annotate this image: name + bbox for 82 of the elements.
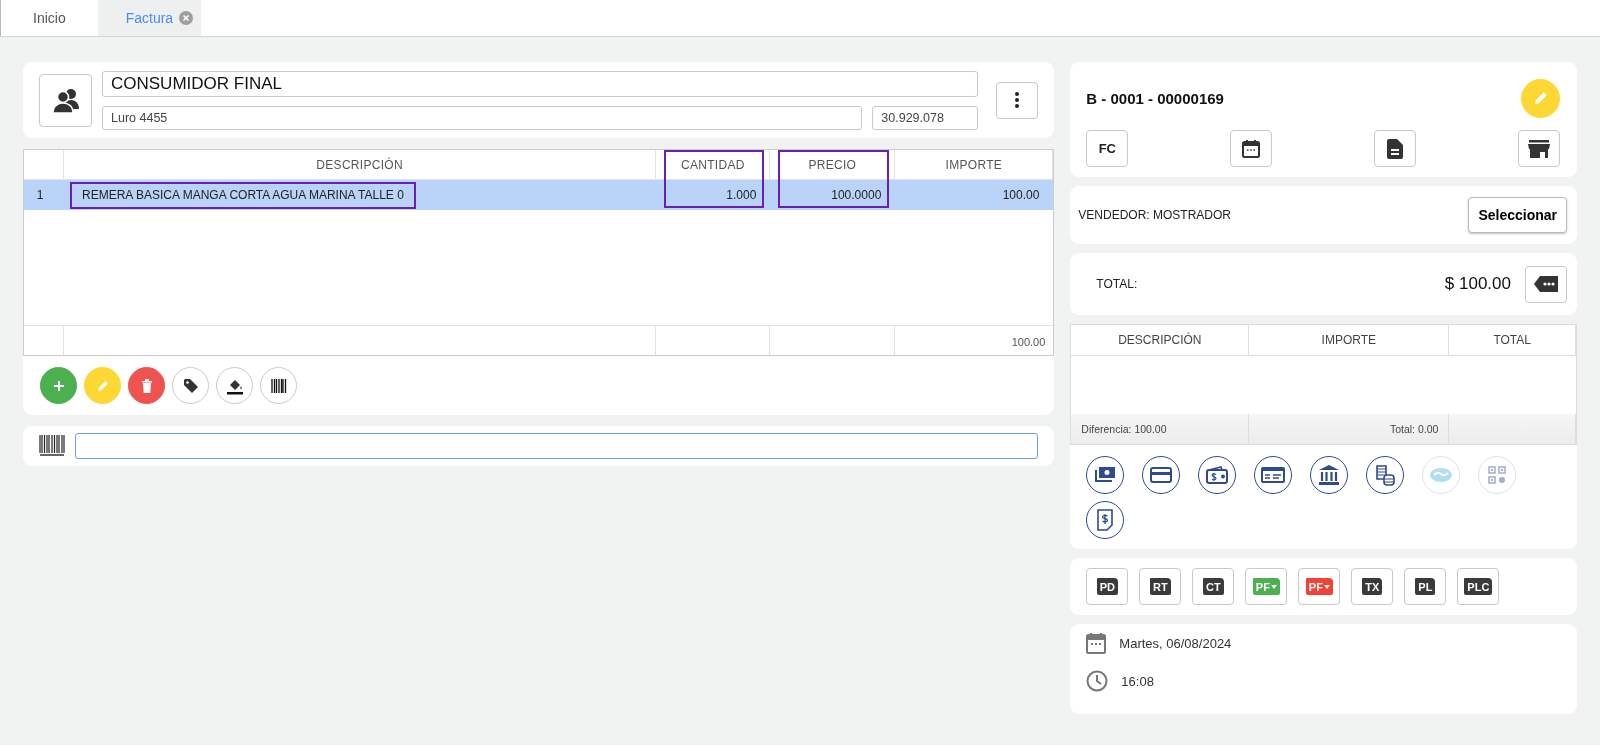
- bank-icon: [1318, 465, 1341, 485]
- document-type-button[interactable]: PF: [1298, 568, 1341, 605]
- column-header: DESCRIPCIÓN: [1071, 325, 1250, 356]
- customer-button[interactable]: [39, 73, 92, 127]
- caret-icon: [1323, 585, 1330, 589]
- store-icon: [1528, 139, 1550, 158]
- banknote-icon: [1094, 466, 1117, 484]
- table-footer-cell-text: 100.00: [1010, 335, 1047, 350]
- address-field[interactable]: Luro 4455: [102, 105, 863, 130]
- document-type-button[interactable]: PL: [1404, 568, 1447, 605]
- highlight-outline: REMERA BASICA MANGA CORTA AGUA MARINA TALLE 0: [70, 182, 416, 209]
- fill-button[interactable]: [216, 367, 253, 404]
- more-button[interactable]: [996, 81, 1039, 119]
- caret-icon: [1270, 585, 1277, 589]
- payment-method-button[interactable]: [1198, 456, 1237, 494]
- row-number: 1: [24, 180, 64, 210]
- customer-name-field[interactable]: CONSUMIDOR FINAL: [102, 70, 979, 97]
- document-type-button[interactable]: PLC: [1457, 568, 1500, 605]
- calendar-icon: [1241, 138, 1262, 159]
- coins-icon: [1375, 464, 1396, 486]
- cheque-icon: [1261, 467, 1286, 483]
- close-icon[interactable]: [179, 11, 194, 25]
- total-label: TOTAL:: [1096, 277, 1139, 291]
- payment-method-button[interactable]: [1086, 456, 1125, 494]
- plus-icon: [52, 379, 65, 392]
- payment-method-button[interactable]: [1366, 456, 1405, 494]
- payment-method-button[interactable]: [1254, 456, 1293, 494]
- folder-label: PLC: [1464, 578, 1493, 595]
- barcode-icon: [39, 435, 65, 457]
- table-cell: 1.000: [656, 180, 771, 210]
- folder-label: PL: [1415, 578, 1436, 595]
- trash-icon: [140, 378, 153, 393]
- time-text: 16:08: [1121, 673, 1154, 689]
- document-type-button[interactable]: RT: [1139, 568, 1182, 605]
- folder-label: TX: [1362, 578, 1383, 595]
- more-icon: [1015, 92, 1020, 108]
- document-type-button[interactable]: TX: [1351, 568, 1394, 605]
- document-button[interactable]: [1374, 130, 1417, 167]
- folder-label: PD: [1096, 578, 1118, 595]
- barcode-icon: [270, 377, 287, 394]
- clock-icon: [1086, 670, 1109, 692]
- barcode-button[interactable]: [260, 367, 297, 404]
- date-button[interactable]: [1230, 130, 1273, 167]
- receipt-icon: [1097, 509, 1114, 531]
- users-icon: [51, 87, 80, 113]
- column-header: IMPORTE: [1249, 325, 1450, 356]
- date-text: Martes, 06/08/2024: [1119, 635, 1232, 651]
- document-field[interactable]: 30.929.078: [872, 105, 979, 130]
- payment-method-button[interactable]: [1142, 456, 1181, 494]
- tag-button[interactable]: [1525, 265, 1567, 303]
- qr-code-icon: [1488, 466, 1507, 484]
- discount-button[interactable]: [172, 367, 209, 404]
- table-cell: 100.00: [895, 180, 1054, 210]
- document-icon: [1387, 138, 1404, 159]
- store-button[interactable]: [1518, 130, 1560, 167]
- tag-icon: [1534, 276, 1558, 292]
- tag-icon: [182, 377, 199, 394]
- invoice-type-button[interactable]: FC: [1086, 130, 1129, 167]
- folder-label: CT: [1203, 578, 1224, 595]
- select-button[interactable]: Seleccionar: [1468, 197, 1567, 233]
- table-footer-cell: Diferencia: 100.00: [1071, 414, 1250, 444]
- column-header: TOTAL: [1449, 325, 1576, 356]
- document-type-button[interactable]: PD: [1086, 568, 1129, 605]
- calendar-icon: [1086, 632, 1107, 654]
- pencil-icon: [1532, 90, 1549, 106]
- folder-label: PF: [1252, 578, 1280, 595]
- delete-button[interactable]: [128, 367, 165, 404]
- folder-label: PF: [1305, 578, 1333, 595]
- wallet-icon: [1206, 466, 1229, 484]
- table-footer-cell: Total: 0.00: [1249, 414, 1450, 444]
- barcode-input-field[interactable]: [75, 433, 1039, 459]
- table-cell: 100.0000: [770, 180, 896, 210]
- credit-card-icon: [1150, 467, 1173, 483]
- payment-method-button[interactable]: [1086, 501, 1125, 539]
- seller-label: VENDEDOR: MOSTRADOR: [1078, 208, 1231, 222]
- folder-label: RT: [1150, 578, 1171, 595]
- add-button[interactable]: [40, 367, 77, 404]
- document-type-button[interactable]: CT: [1192, 568, 1235, 605]
- invoice-number: B - 0001 - 00000169: [1086, 89, 1224, 107]
- total-amount: $ 100.00: [1444, 274, 1511, 294]
- payment-method-button[interactable]: [1310, 456, 1349, 494]
- pencil-icon: [95, 378, 110, 393]
